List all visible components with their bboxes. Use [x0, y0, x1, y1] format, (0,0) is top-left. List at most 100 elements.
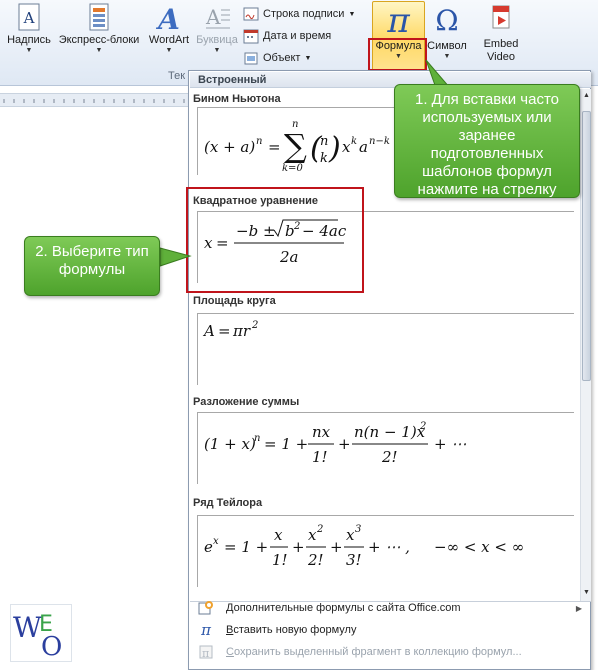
- text-box-button[interactable]: A Надпись ▼: [4, 2, 54, 55]
- equation-title-binomial: Бином Ньютона: [193, 93, 281, 105]
- submenu-arrow-icon: ▶: [575, 603, 582, 613]
- circle-formula-render: A = πr 2: [202, 320, 258, 340]
- svg-text:n: n: [254, 433, 260, 444]
- symbol-button[interactable]: Ω Символ ▼: [426, 2, 468, 61]
- wordart-label: WordArt: [148, 34, 190, 46]
- svg-text:= 1 +: = 1 +: [264, 435, 308, 453]
- svg-text:1!: 1!: [272, 551, 288, 569]
- circle-formula: A = πr 2: [202, 316, 302, 348]
- svg-text:2: 2: [419, 421, 426, 432]
- svg-text:(1 + x): (1 + x): [204, 435, 256, 453]
- svg-text:A: A: [205, 5, 221, 29]
- svg-text:π: π: [202, 647, 209, 660]
- signature-line-label: Строка подписи: [263, 8, 345, 20]
- svg-text:(x + a): (x + a): [204, 138, 255, 156]
- pi-icon: π: [201, 621, 211, 639]
- svg-text:2: 2: [251, 320, 258, 331]
- object-icon: [244, 52, 258, 65]
- date-time-label: Дата и время: [263, 30, 332, 42]
- office-formulas-icon: [198, 600, 214, 616]
- equation-item-taylor[interactable]: e x = 1 + x 1! + x 2 2! + x 3 3! + ⋯ , −…: [197, 515, 574, 587]
- svg-text:2!: 2!: [381, 448, 398, 466]
- svg-text:n−k: n−k: [369, 136, 390, 147]
- menu-item-save-selection[interactable]: π Сохранить выделенный фрагмент в коллек…: [190, 641, 590, 663]
- chevron-down-icon: ▼: [95, 47, 103, 54]
- embed-video-button[interactable]: Embed Video: [476, 2, 526, 64]
- svg-text:+ ⋯: + ⋯: [434, 435, 466, 453]
- svg-text:πr: πr: [232, 322, 251, 340]
- callout-step-2-text: 2. Выберите тип формулы: [35, 243, 149, 278]
- svg-text:2: 2: [316, 524, 323, 535]
- signature-line-button[interactable]: Строка подписи ▼: [243, 4, 355, 24]
- svg-text:k=0: k=0: [282, 163, 303, 174]
- drop-cap-icon: A: [205, 5, 230, 29]
- weo-logo: W E O: [10, 604, 72, 662]
- text-box-label: Надпись: [7, 34, 51, 46]
- quick-parts-button[interactable]: Экспресс-блоки ▼: [56, 2, 142, 55]
- svg-text:n: n: [292, 119, 298, 130]
- svg-text:x: x: [342, 138, 351, 156]
- menu-item-label: Дополнительные формулы с сайта Office.co…: [226, 602, 461, 614]
- date-time-icon: [243, 29, 259, 44]
- svg-text:=: =: [218, 322, 231, 340]
- svg-text:2!: 2!: [307, 551, 324, 569]
- wordart-button[interactable]: A WordArt ▼: [144, 2, 194, 55]
- callout-step-1: 1. Для вставки часто используемых или за…: [394, 84, 580, 198]
- gallery-scrollbar[interactable]: ▲ ▼: [580, 89, 591, 601]
- drop-cap-label: Буквица: [196, 34, 238, 46]
- text-box-icon: A: [18, 3, 40, 31]
- svg-text:a: a: [359, 138, 368, 156]
- embed-label-2: Video: [487, 51, 515, 63]
- menu-item-more-formulas[interactable]: Дополнительные формулы с сайта Office.co…: [190, 597, 590, 619]
- menu-item-insert-new-formula[interactable]: π Вставить новую формулу: [190, 619, 590, 641]
- svg-text:k: k: [320, 151, 328, 166]
- binomial-formula-render: (x + a) n = ∑ n k=0 ( n k ) x k a n−k: [204, 119, 390, 174]
- save-selection-icon: π: [198, 644, 214, 660]
- equation-item-circle[interactable]: A = πr 2: [197, 313, 574, 385]
- chevron-down-icon: ▼: [25, 47, 33, 54]
- svg-text:+: +: [330, 538, 343, 556]
- document-page[interactable]: [0, 107, 190, 670]
- chevron-down-icon: ▼: [348, 10, 356, 18]
- svg-text:A: A: [23, 9, 35, 27]
- svg-text:∑: ∑: [284, 127, 307, 165]
- taylor-formula-render: e x = 1 + x 1! + x 2 2! + x 3 3! + ⋯ , −…: [204, 524, 524, 569]
- svg-text:3!: 3!: [346, 551, 362, 569]
- scroll-up-icon[interactable]: ▲: [582, 91, 591, 101]
- menu-item-label: Вставить новую формулу: [226, 624, 357, 636]
- svg-text:n: n: [320, 134, 328, 149]
- scroll-thumb[interactable]: [582, 111, 591, 381]
- binomial-formula: (x + a) n = ∑ n k=0 ( n k ) x k a n−k: [202, 114, 417, 174]
- quadratic-highlight: [186, 187, 364, 293]
- date-time-button[interactable]: Дата и время: [243, 26, 331, 46]
- drop-cap-button[interactable]: A Буквица ▼: [194, 2, 240, 55]
- svg-text:x: x: [346, 526, 355, 544]
- callout-step-2: 2. Выберите тип формулы: [24, 236, 160, 296]
- weo-logo-mark: W E O: [13, 611, 62, 662]
- wordart-icon: A: [155, 3, 180, 34]
- svg-text:x: x: [213, 536, 219, 547]
- ruler-ticks: [3, 99, 185, 103]
- horizontal-ruler: [0, 93, 190, 107]
- expansion-formula: (1 + x) n = 1 + nx 1! + n(n − 1)x 2 2! +…: [202, 419, 472, 479]
- expansion-formula-render: (1 + x) n = 1 + nx 1! + n(n − 1)x 2 2! +…: [204, 421, 466, 466]
- svg-text:e: e: [204, 538, 213, 556]
- object-button[interactable]: Объект ▼: [243, 48, 311, 68]
- svg-text:+: +: [292, 538, 305, 556]
- svg-text:+ ⋯ ,: + ⋯ ,: [368, 538, 410, 556]
- equation-item-expansion[interactable]: (1 + x) n = 1 + nx 1! + n(n − 1)x 2 2! +…: [197, 412, 574, 484]
- svg-text:x: x: [308, 526, 317, 544]
- signature-line-icon: [243, 7, 259, 21]
- equation-title-taylor: Ряд Тейлора: [193, 497, 263, 509]
- chevron-down-icon: ▼: [304, 54, 312, 62]
- svg-text:3: 3: [355, 524, 361, 535]
- svg-text:=: =: [268, 138, 281, 156]
- equation-title-expansion: Разложение суммы: [193, 396, 300, 408]
- svg-text:x: x: [274, 526, 283, 544]
- svg-text:= 1 +: = 1 +: [224, 538, 268, 556]
- callout-step-1-text: 1. Для вставки часто используемых или за…: [414, 91, 559, 198]
- embed-label-1: Embed: [483, 38, 519, 50]
- menu-item-label: Сохранить выделенный фрагмент в коллекци…: [226, 646, 522, 658]
- svg-text:W: W: [13, 611, 42, 644]
- equation-title-circle: Площадь круга: [193, 295, 276, 307]
